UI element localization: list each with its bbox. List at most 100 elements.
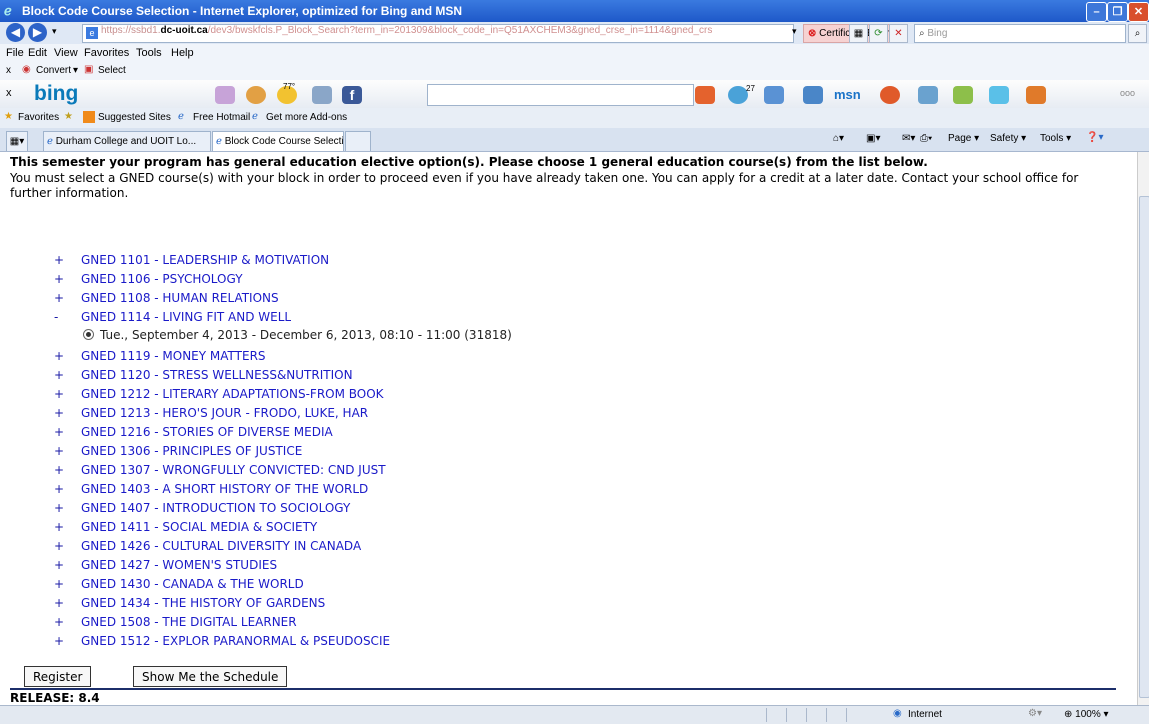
- expand-icon[interactable]: +: [54, 481, 81, 497]
- expand-icon[interactable]: +: [54, 614, 81, 630]
- expand-icon[interactable]: +: [54, 519, 81, 535]
- expand-icon[interactable]: +: [54, 367, 81, 383]
- compat-view-icon[interactable]: ▦: [849, 24, 868, 43]
- course-row[interactable]: + GNED 1216 - STORIES OF DIVERSE MEDIA: [54, 424, 333, 440]
- course-row[interactable]: + GNED 1213 - HERO'S JOUR - FRODO, LUKE, …: [54, 405, 368, 421]
- course-row[interactable]: + GNED 1120 - STRESS WELLNESS&NUTRITION: [54, 367, 353, 383]
- new-tab-button[interactable]: [345, 131, 371, 151]
- tools-menu[interactable]: Tools ▾: [1040, 133, 1071, 144]
- chat-icon[interactable]: [803, 86, 823, 104]
- course-row[interactable]: + GNED 1427 - WOMEN'S STUDIES: [54, 557, 277, 573]
- media-icon[interactable]: [880, 86, 900, 104]
- favorites-button[interactable]: Favorites: [18, 112, 59, 123]
- course-row[interactable]: + GNED 1106 - PSYCHOLOGY: [54, 271, 243, 287]
- forward-button[interactable]: ▶: [28, 23, 47, 42]
- home-icon[interactable]: ⌂▾: [833, 133, 844, 144]
- print-icon[interactable]: ⎙▾: [920, 133, 932, 144]
- downloads-icon[interactable]: [989, 86, 1009, 104]
- expand-icon[interactable]: +: [54, 500, 81, 516]
- stop-icon[interactable]: ✕: [889, 24, 908, 43]
- course-link[interactable]: GNED 1101 - LEADERSHIP & MOTIVATION: [81, 253, 329, 267]
- search-field[interactable]: ⌕ Bing: [914, 24, 1126, 43]
- section-radio[interactable]: [83, 329, 94, 340]
- course-link[interactable]: GNED 1216 - STORIES OF DIVERSE MEDIA: [81, 425, 333, 439]
- course-link[interactable]: GNED 1212 - LITERARY ADAPTATIONS-FROM BO…: [81, 387, 384, 401]
- course-link[interactable]: GNED 1427 - WOMEN'S STUDIES: [81, 558, 277, 572]
- course-row[interactable]: - GNED 1114 - LIVING FIT AND WELL: [54, 309, 291, 325]
- back-button[interactable]: ◀: [6, 23, 25, 42]
- quick-tabs-icon[interactable]: ▦▾: [6, 131, 28, 151]
- expand-icon[interactable]: +: [54, 405, 81, 421]
- course-row[interactable]: + GNED 1101 - LEADERSHIP & MOTIVATION: [54, 252, 329, 268]
- expand-icon[interactable]: +: [54, 271, 81, 287]
- msn-icon[interactable]: msn: [834, 87, 861, 102]
- more-toolbar-icon[interactable]: ooo: [1120, 88, 1135, 98]
- camp-icon[interactable]: [1026, 86, 1046, 104]
- course-row[interactable]: + GNED 1407 - INTRODUCTION TO SOCIOLOGY: [54, 500, 350, 516]
- games-icon[interactable]: [953, 86, 973, 104]
- suggested-sites-link[interactable]: Suggested Sites: [98, 112, 171, 123]
- course-link[interactable]: GNED 1434 - THE HISTORY OF GARDENS: [81, 596, 325, 610]
- course-link[interactable]: GNED 1430 - CANADA & THE WORLD: [81, 577, 304, 591]
- course-link[interactable]: GNED 1306 - PRINCIPLES OF JUSTICE: [81, 444, 302, 458]
- close-toolbar-icon[interactable]: x: [6, 65, 11, 76]
- maximize-button[interactable]: ❐: [1107, 2, 1128, 22]
- course-row[interactable]: + GNED 1426 - CULTURAL DIVERSITY IN CANAD…: [54, 538, 361, 554]
- expand-icon[interactable]: +: [54, 348, 81, 364]
- facebook-icon[interactable]: f: [342, 86, 362, 104]
- course-link[interactable]: GNED 1106 - PSYCHOLOGY: [81, 272, 243, 286]
- course-link[interactable]: GNED 1411 - SOCIAL MEDIA & SOCIETY: [81, 520, 317, 534]
- expand-icon[interactable]: +: [54, 386, 81, 402]
- tab-durham-college[interactable]: ℯ Durham College and UOIT Lo...: [43, 131, 211, 151]
- course-row[interactable]: + GNED 1512 - EXPLOR PARANORMAL & PSEUDOS…: [54, 633, 390, 649]
- expand-icon[interactable]: +: [54, 252, 81, 268]
- expand-icon[interactable]: +: [54, 633, 81, 649]
- expand-icon[interactable]: +: [54, 557, 81, 573]
- menu-tools[interactable]: Tools: [136, 47, 162, 59]
- like-icon[interactable]: [764, 86, 784, 104]
- expand-icon[interactable]: +: [54, 443, 81, 459]
- mail-icon[interactable]: ✉▾: [902, 133, 915, 144]
- show-schedule-button[interactable]: Show Me the Schedule: [133, 666, 288, 687]
- course-row[interactable]: + GNED 1108 - HUMAN RELATIONS: [54, 290, 279, 306]
- free-hotmail-link[interactable]: Free Hotmail: [193, 112, 250, 123]
- course-link[interactable]: GNED 1120 - STRESS WELLNESS&NUTRITION: [81, 368, 353, 382]
- menu-file[interactable]: File: [6, 47, 24, 59]
- url-dropdown-icon[interactable]: ▾: [792, 26, 797, 37]
- course-row[interactable]: + GNED 1508 - THE DIGITAL LEARNER: [54, 614, 297, 630]
- menu-edit[interactable]: Edit: [28, 47, 47, 59]
- page-menu[interactable]: Page ▾: [948, 133, 979, 144]
- search-button-icon[interactable]: ⌕: [1128, 24, 1147, 43]
- course-link[interactable]: GNED 1114 - LIVING FIT AND WELL: [81, 310, 291, 324]
- feeds-icon[interactable]: ▣▾: [866, 133, 880, 144]
- course-row[interactable]: + GNED 1307 - WRONGFULLY CONVICTED: CND J…: [54, 462, 386, 478]
- bing-logo[interactable]: bing: [34, 82, 78, 106]
- scrollbar-thumb[interactable]: [1139, 196, 1149, 698]
- safety-menu[interactable]: Safety ▾: [990, 133, 1026, 144]
- tab-block-code-course-selection[interactable]: ℯ Block Code Course Selection ✕: [212, 131, 344, 151]
- course-link[interactable]: GNED 1213 - HERO'S JOUR - FRODO, LUKE, H…: [81, 406, 368, 420]
- expand-icon[interactable]: +: [54, 538, 81, 554]
- menu-favorites[interactable]: Favorites: [84, 47, 129, 59]
- course-link[interactable]: GNED 1508 - THE DIGITAL LEARNER: [81, 615, 297, 629]
- help-icon[interactable]: ❓▾: [1086, 132, 1103, 143]
- expand-icon[interactable]: +: [54, 424, 81, 440]
- convert-button[interactable]: Convert: [36, 65, 71, 76]
- add-favorite-icon[interactable]: ★: [64, 111, 73, 122]
- register-button[interactable]: Register: [24, 666, 92, 687]
- course-row[interactable]: + GNED 1403 - A SHORT HISTORY OF THE WORL…: [54, 481, 368, 497]
- section-option[interactable]: Tue., September 4, 2013 - December 6, 20…: [83, 328, 512, 342]
- close-window-button[interactable]: ✕: [1128, 2, 1149, 22]
- collapse-icon[interactable]: -: [54, 309, 81, 325]
- course-link[interactable]: GNED 1407 - INTRODUCTION TO SOCIOLOGY: [81, 501, 350, 515]
- expand-icon[interactable]: +: [54, 576, 81, 592]
- course-row[interactable]: + GNED 1119 - MONEY MATTERS: [54, 348, 266, 364]
- course-row[interactable]: + GNED 1434 - THE HISTORY OF GARDENS: [54, 595, 325, 611]
- protected-mode-icon[interactable]: ⚙▾: [1028, 708, 1042, 719]
- get-more-addons-link[interactable]: Get more Add-ons: [266, 112, 347, 123]
- bing-search-input[interactable]: [427, 84, 694, 106]
- course-row[interactable]: + GNED 1212 - LITERARY ADAPTATIONS-FROM B…: [54, 386, 384, 402]
- expand-icon[interactable]: +: [54, 462, 81, 478]
- video-icon[interactable]: [918, 86, 938, 104]
- convert-dropdown-icon[interactable]: ▾: [73, 65, 78, 76]
